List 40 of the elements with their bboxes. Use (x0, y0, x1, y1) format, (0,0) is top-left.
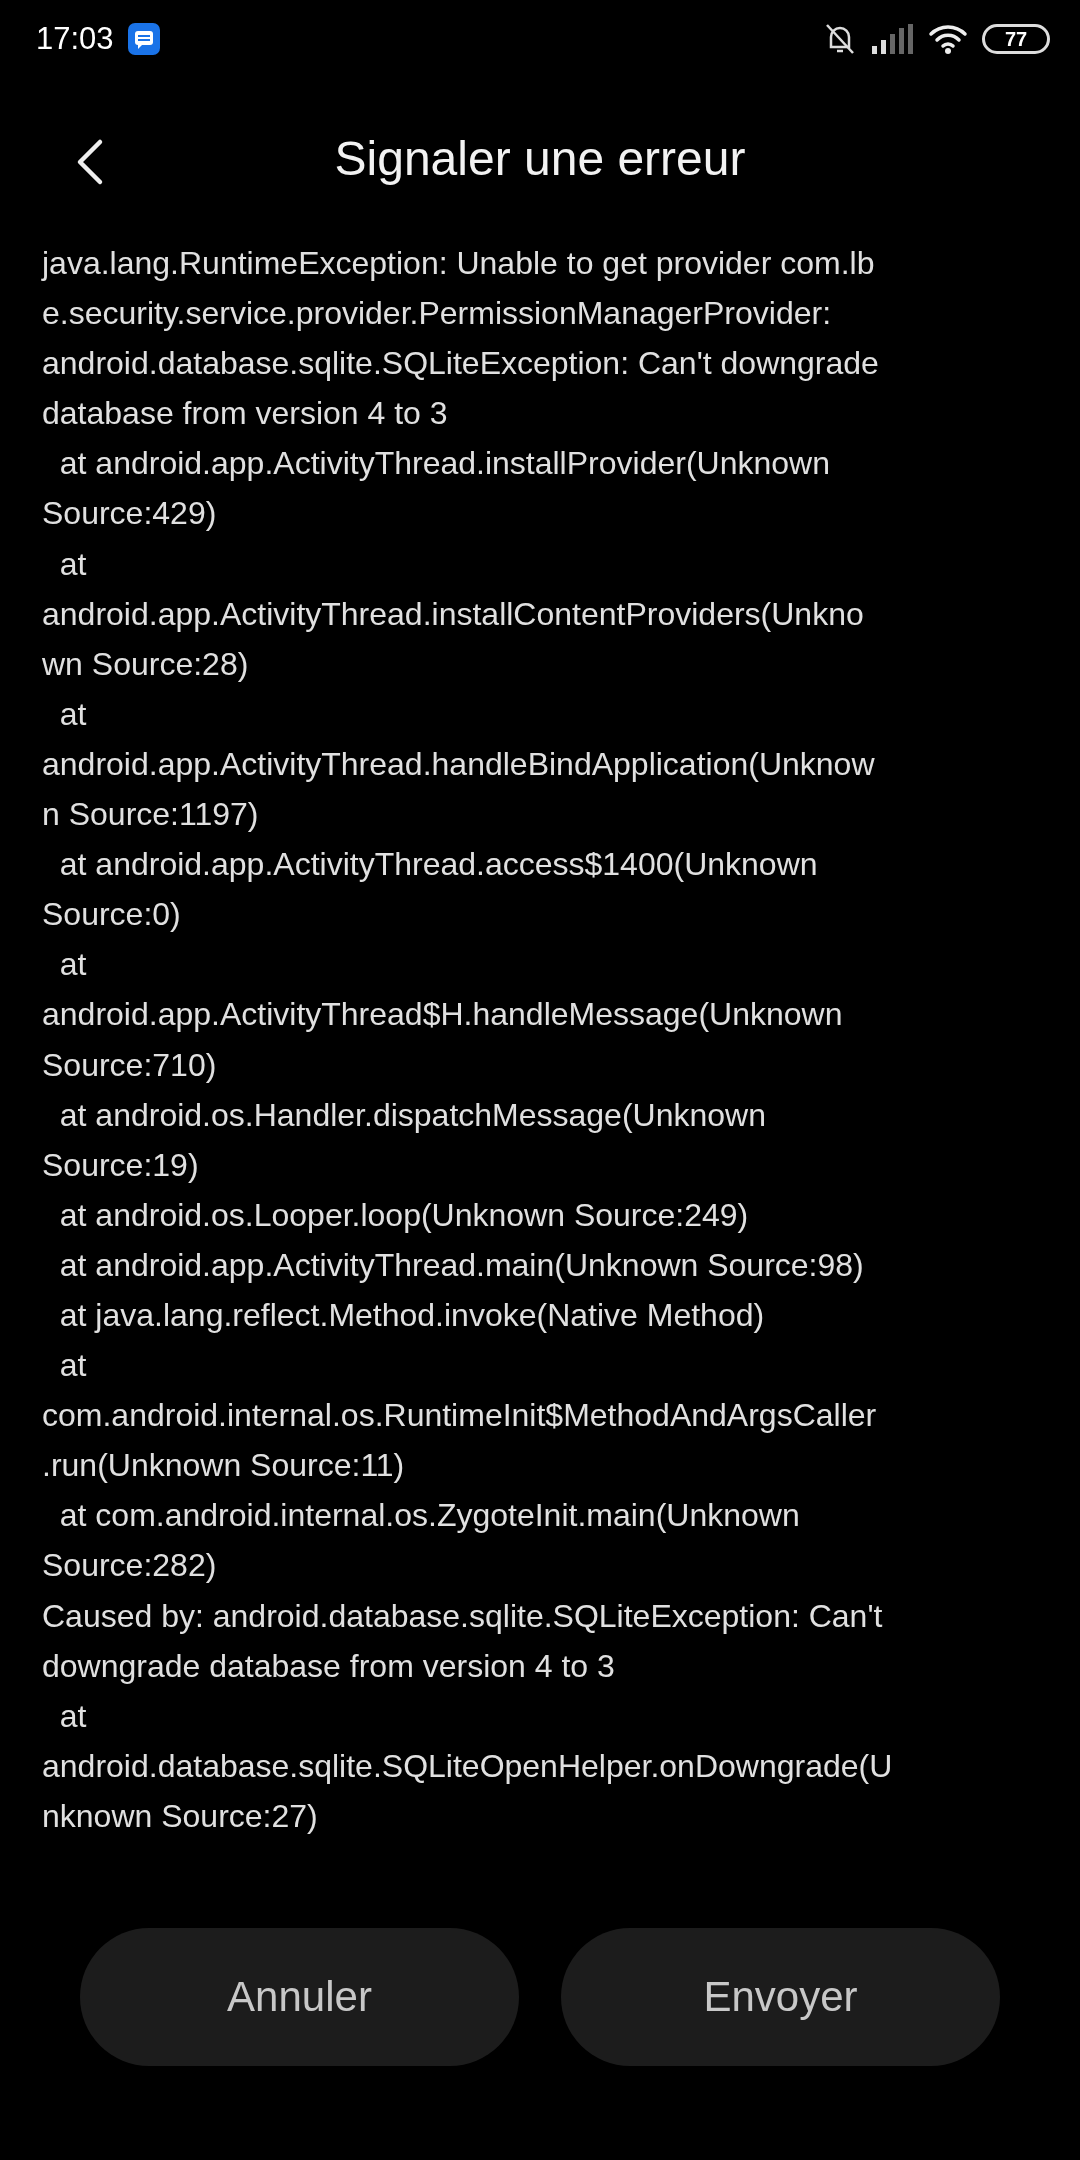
log-line: at android.app.ActivityThread.access$1400(Unknown (58, 845, 819, 885)
log-line: database from version 4 to 3 (42, 394, 449, 434)
log-line: android.app.ActivityThread.installContentProviders(Unkno (42, 594, 865, 634)
log-line: at com.android.internal.os.ZygoteInit.main(Unknown (58, 1496, 801, 1536)
signal-icon (872, 24, 914, 54)
cancel-button[interactable]: Annuler (80, 1928, 519, 2066)
wifi-icon (928, 23, 968, 55)
log-line: Source:710) (42, 1045, 218, 1085)
log-line: at android.app.ActivityThread.main(Unknown Source:98) (58, 1245, 865, 1285)
log-line: at (58, 694, 88, 734)
log-line: at android.os.Looper.loop(Unknown Source:249) (58, 1195, 750, 1235)
log-line: nknown Source:27) (42, 1796, 319, 1836)
clock: 17:03 (36, 21, 114, 57)
log-line: android.app.ActivityThread$H.handleMessage(Unknown (42, 995, 844, 1035)
log-line: Caused by: android.database.sqlite.SQLiteException: Can't (42, 1596, 884, 1636)
log-line: android.app.ActivityThread.handleBindApplication(Unknow (42, 744, 876, 784)
log-line: at java.lang.reflect.Method.invoke(Native Method) (58, 1295, 766, 1335)
log-line: at android.os.Handler.dispatchMessage(Unknown (58, 1095, 767, 1135)
log-line: .run(Unknown Source:11) (42, 1446, 406, 1486)
log-line: com.android.internal.os.RuntimeInit$MethodAndArgsCaller (42, 1396, 878, 1436)
log-line: at (58, 1696, 88, 1736)
log-line: Source:0) (42, 895, 182, 935)
log-line: e.security.service.provider.PermissionManagerProvider: (42, 294, 833, 334)
log-line: at android.app.ActivityThread.installProvider(Unknown (58, 444, 831, 484)
page-title: Signaler une erreur (334, 130, 746, 186)
log-line: android.database.sqlite.SQLiteOpenHelper.onDowngrade(U (42, 1746, 894, 1786)
send-button[interactable]: Envoyer (561, 1928, 1000, 2066)
log-line: downgrade database from version 4 to 3 (42, 1646, 616, 1686)
log-line: n Source:1197) (42, 795, 260, 835)
battery-level: 77 (1004, 27, 1028, 51)
log-line: at (58, 544, 88, 584)
log-line: Source:429) (42, 494, 218, 534)
log-line: wn Source:28) (42, 644, 250, 684)
log-line: java.lang.RuntimeException: Unable to get provider com.lb (42, 244, 876, 283)
log-line: Source:19) (42, 1145, 200, 1185)
message-icon (127, 23, 160, 55)
log-line: android.database.sqlite.SQLiteException: Can't downgrade (42, 344, 880, 384)
log-line: Source:282) (42, 1546, 218, 1586)
log-line: at (58, 945, 88, 985)
log-line: at (58, 1346, 88, 1386)
